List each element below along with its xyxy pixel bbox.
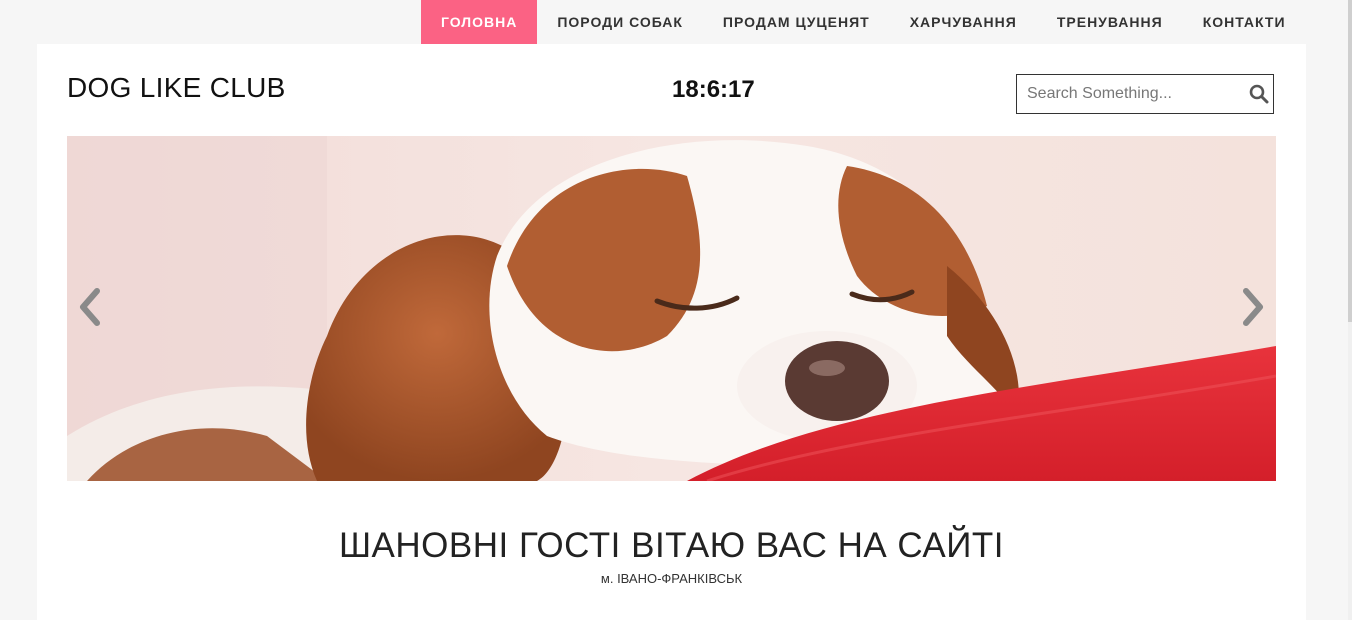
search-box [1016, 74, 1274, 114]
page-scrollbar[interactable] [1348, 0, 1352, 620]
clock-display: 18:6:17 [672, 76, 755, 103]
site-logo[interactable]: DOG LIKE CLUB [67, 72, 286, 104]
scrollbar-thumb[interactable] [1348, 0, 1352, 322]
image-slider [67, 136, 1276, 481]
nav-item-home[interactable]: ГОЛОВНА [421, 0, 538, 44]
main-content-card: DOG LIKE CLUB 18:6:17 Search Something..… [37, 44, 1306, 620]
welcome-heading: ШАНОВНІ ГОСТІ ВІТАЮ ВАС НА САЙТІ [338, 526, 1005, 565]
slider-next-button[interactable] [1238, 286, 1268, 328]
sleeping-dog-photo [67, 136, 1276, 481]
search-input[interactable] [1017, 75, 1244, 113]
nav-item-puppies-for-sale[interactable]: ПРОДАМ ЦУЦЕНЯТ [703, 0, 890, 44]
chevron-right-icon [1243, 288, 1263, 326]
slider-prev-button[interactable] [75, 286, 105, 328]
nav-item-breeds[interactable]: ПОРОДИ СОБАК [537, 0, 703, 44]
city-subtitle: м. ІВАНО-ФРАНКІВСЬК [600, 571, 743, 586]
search-button[interactable] [1244, 75, 1273, 113]
nav-item-nutrition[interactable]: ХАРЧУВАННЯ [890, 0, 1037, 44]
chevron-left-icon [80, 288, 100, 326]
top-navigation: ГОЛОВНА ПОРОДИ СОБАК ПРОДАМ ЦУЦЕНЯТ ХАРЧ… [421, 0, 1306, 44]
nav-item-training[interactable]: ТРЕНУВАННЯ [1037, 0, 1183, 44]
nav-item-contacts[interactable]: КОНТАКТИ [1183, 0, 1306, 44]
search-icon [1249, 84, 1268, 104]
